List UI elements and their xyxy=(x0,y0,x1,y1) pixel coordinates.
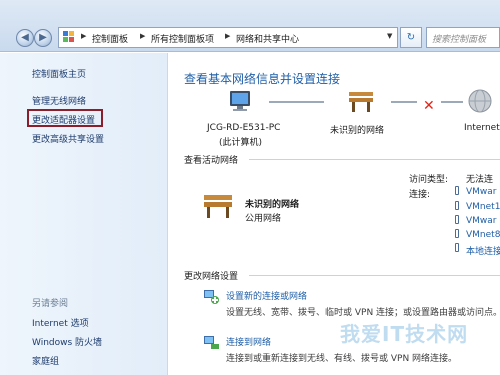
disconnected-x-icon: ✕ xyxy=(423,98,435,114)
address-bar-area: ◀ ▶ ▶ 控制面板 ▶ 所有控制面板项 ▶ 网络和共享中心 ▼ ↻ 搜索控制面… xyxy=(0,0,500,52)
access-type-value: 无法连 xyxy=(466,175,494,185)
globe-icon[interactable] xyxy=(467,89,493,115)
address-dropdown-icon[interactable]: ▼ xyxy=(387,32,392,40)
address-box[interactable]: ▶ 控制面板 ▶ 所有控制面板项 ▶ 网络和共享中心 ▼ xyxy=(58,27,398,48)
new-connection-icon xyxy=(204,290,219,304)
bench-icon[interactable] xyxy=(346,89,376,115)
active-network-type[interactable]: 公用网络 xyxy=(245,211,281,224)
computer-icon[interactable] xyxy=(226,89,254,115)
breadcrumb-network-center[interactable]: 网络和共享中心 xyxy=(236,32,299,45)
divider xyxy=(249,275,500,276)
sidebar: 控制面板主页 管理无线网络 更改适配器设置 更改高级共享设置 另请参阅 Inte… xyxy=(0,53,168,375)
task-setup-connection-link[interactable]: 设置新的连接或网络 xyxy=(226,289,307,302)
sidebar-item-advanced-sharing[interactable]: 更改高级共享设置 xyxy=(32,132,104,145)
sidebar-item-change-adapter[interactable]: 更改适配器设置 xyxy=(32,113,95,126)
see-also-heading: 另请参阅 xyxy=(32,299,69,309)
forward-arrow-icon: ▶ xyxy=(39,32,47,43)
sidebar-item-firewall[interactable]: Windows 防火墙 xyxy=(32,335,102,348)
internet-label: Internet xyxy=(464,123,500,133)
divider xyxy=(249,159,500,160)
adapter-icon xyxy=(455,215,459,224)
access-type-label: 访问类型: xyxy=(409,175,449,185)
connections-label: 连接: xyxy=(409,190,431,200)
sidebar-item-internet-options[interactable]: Internet 选项 xyxy=(32,316,89,329)
breadcrumb-control-panel[interactable]: 控制面板 xyxy=(92,32,128,45)
breadcrumb-separator-icon: ▶ xyxy=(140,32,146,40)
forward-button[interactable]: ▶ xyxy=(34,29,52,47)
connection-link[interactable]: VMwar xyxy=(466,216,497,226)
active-networks-heading: 查看活动网络 xyxy=(184,156,239,166)
connect-network-icon xyxy=(204,336,219,349)
sidebar-item-homegroup[interactable]: 家庭组 xyxy=(32,354,59,367)
connection-line xyxy=(391,101,417,103)
adapter-icon xyxy=(455,229,459,238)
adapter-icon xyxy=(455,201,459,210)
refresh-icon: ↻ xyxy=(406,32,416,43)
sidebar-home-link[interactable]: 控制面板主页 xyxy=(32,67,86,80)
computer-name-label: JCG-RD-E531-PC xyxy=(207,123,281,133)
connection-line xyxy=(269,101,324,103)
adapter-icon xyxy=(455,186,459,195)
adapter-icon xyxy=(455,243,459,252)
back-button[interactable]: ◀ xyxy=(16,29,34,47)
bench-icon xyxy=(204,195,232,218)
connection-line xyxy=(441,101,463,103)
control-panel-icon xyxy=(63,31,76,44)
network-name-label: 未识别的网络 xyxy=(330,126,385,136)
computer-sub-label: (此计算机) xyxy=(219,138,263,148)
sidebar-item-manage-wireless[interactable]: 管理无线网络 xyxy=(32,94,86,107)
breadcrumb-all-items[interactable]: 所有控制面板项 xyxy=(151,32,214,45)
task-connect-network-link[interactable]: 连接到网络 xyxy=(226,335,271,348)
task-setup-connection-desc: 设置无线、宽带、拨号、临时或 VPN 连接；或设置路由器或访问点。 xyxy=(226,308,500,318)
search-input[interactable]: 搜索控制面板 xyxy=(426,27,500,48)
connection-link[interactable]: VMwar xyxy=(466,187,497,197)
breadcrumb-separator-icon: ▶ xyxy=(225,32,231,40)
breadcrumb-separator-icon: ▶ xyxy=(81,32,87,40)
connection-link[interactable]: VMnet8 xyxy=(466,230,500,240)
change-settings-heading: 更改网络设置 xyxy=(184,272,239,282)
active-network-name: 未识别的网络 xyxy=(245,200,300,210)
back-arrow-icon: ◀ xyxy=(21,32,29,43)
refresh-button[interactable]: ↻ xyxy=(400,27,422,48)
watermark: 我爱IT技术网 xyxy=(340,322,469,346)
network-map: ✕ JCG-RD-E531-PC (此计算机) 未识别的网络 Internet xyxy=(169,89,500,149)
connection-link[interactable]: VMnet1 xyxy=(466,202,500,212)
page-title: 查看基本网络信息并设置连接 xyxy=(184,72,341,86)
task-connect-network-desc: 连接到或重新连接到无线、有线、拨号或 VPN 网络连接。 xyxy=(226,354,458,364)
search-placeholder: 搜索控制面板 xyxy=(432,35,487,45)
connection-link[interactable]: 本地连接 xyxy=(466,244,500,257)
